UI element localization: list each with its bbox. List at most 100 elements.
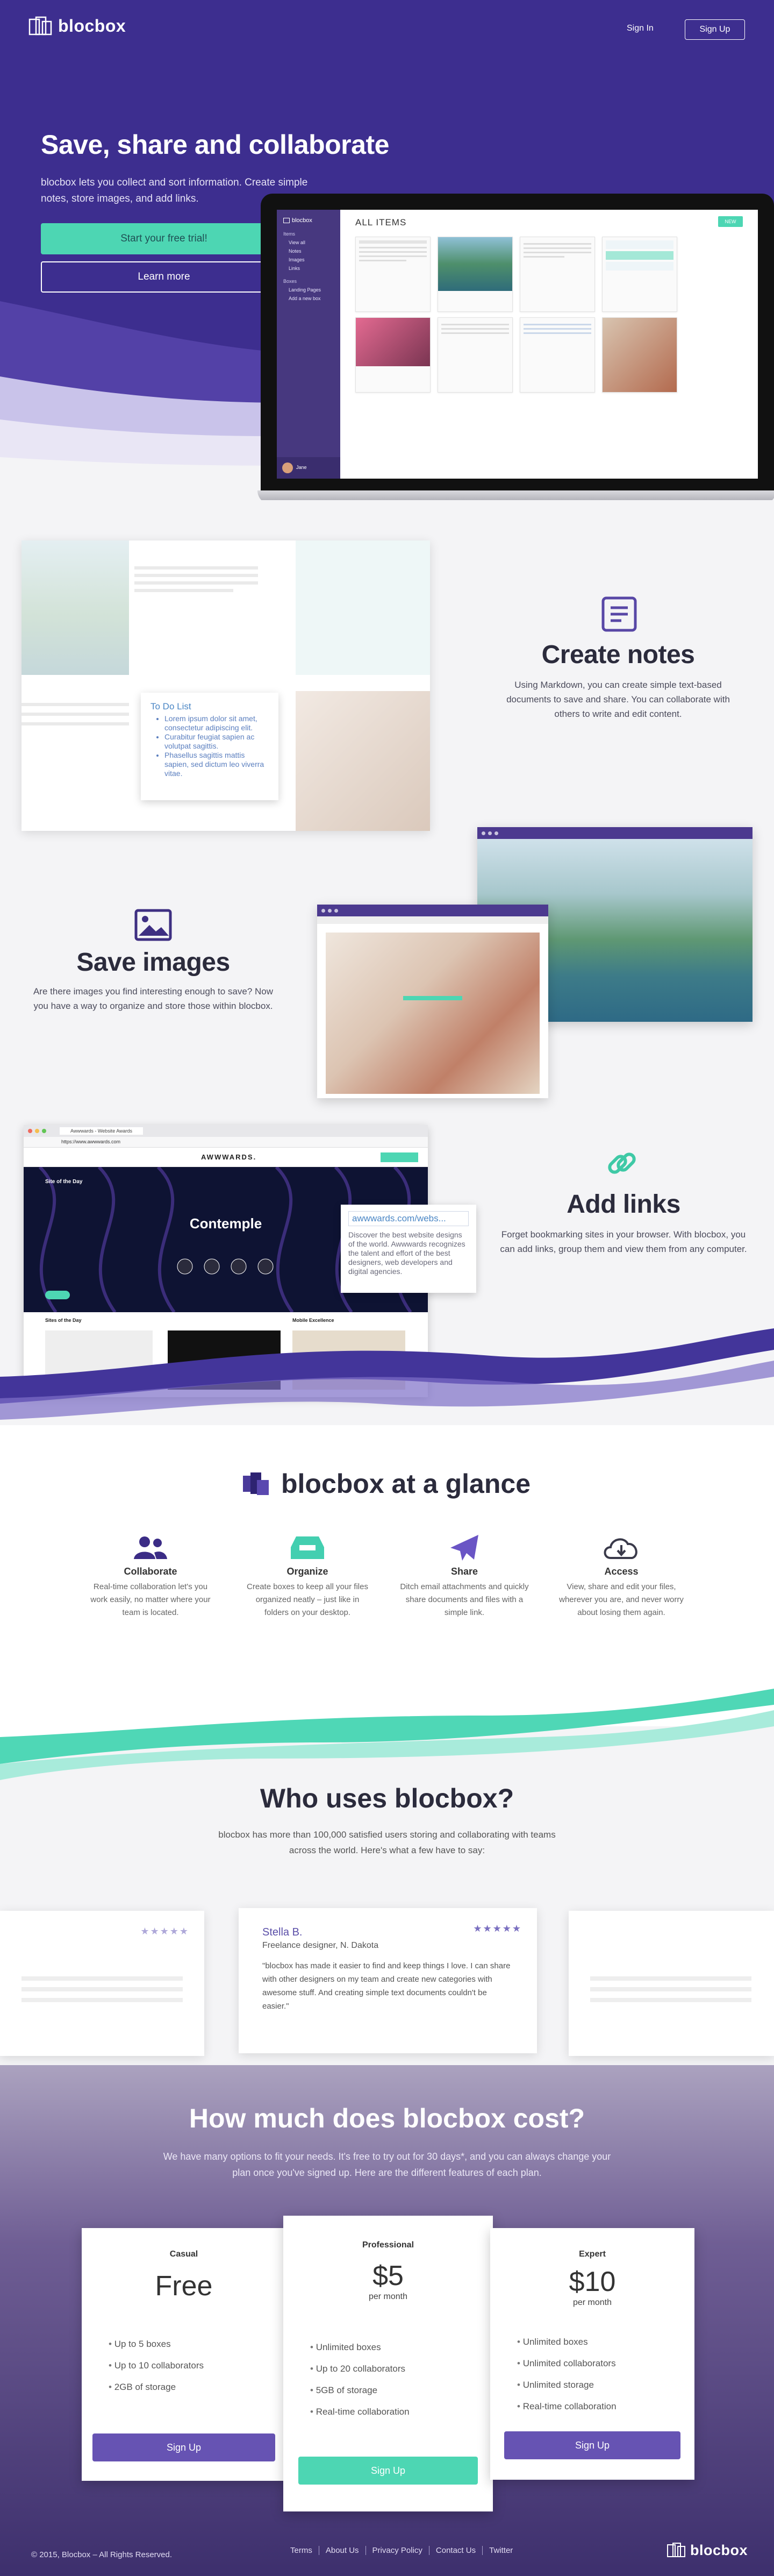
who-text: blocbox has more than 100,000 satisfied … <box>218 1830 556 1855</box>
logo-text: blocbox <box>58 16 126 35</box>
paper-plane-icon <box>450 1535 478 1561</box>
sidebar-item-view-all[interactable]: View all <box>277 240 340 245</box>
app-new-button[interactable]: NEW <box>718 216 743 227</box>
glance-item-name: Share <box>450 1566 478 1577</box>
todo-list-card: To Do List Lorem ipsum dolor sit amet, c… <box>141 693 278 800</box>
plan-features: Unlimited boxes Unlimited collaborators … <box>517 2331 617 2417</box>
window-bar <box>317 905 548 916</box>
sidebar-item-notes[interactable]: Notes <box>277 248 340 254</box>
footer-link-terms[interactable]: Terms <box>284 2546 319 2555</box>
image-screenshot-portrait <box>317 905 548 1098</box>
notes-title: Create notes <box>541 641 695 669</box>
link-icon <box>608 1152 636 1174</box>
browser-site-logo: AWWWARDS. <box>201 1153 257 1161</box>
image-card[interactable] <box>602 317 677 393</box>
hero-title: Save, share and collaborate <box>41 130 389 160</box>
footer-logo[interactable]: blocbox <box>666 2542 748 2559</box>
browser-tab: Awwwards - Website Awards <box>60 1127 144 1135</box>
browser-url: https://www.awwwards.com <box>24 1137 428 1148</box>
note-card[interactable] <box>520 237 595 312</box>
blocbox-logo-icon <box>667 2543 685 2557</box>
testimonial-card-right <box>569 1911 774 2056</box>
todo-item: Phasellus sagittis mattis sapien, sed di… <box>164 751 269 778</box>
sidebar-item-add-box[interactable]: Add a new box <box>277 296 340 301</box>
app-logo-icon <box>283 218 290 223</box>
plan-feature: Unlimited storage <box>517 2374 617 2396</box>
glance-wave <box>0 1656 774 1780</box>
notes-icon <box>601 596 637 632</box>
app-preview: blocbox Items View all Notes Images Link… <box>277 210 758 479</box>
footer-link-contact[interactable]: Contact Us <box>428 2546 482 2555</box>
footer-logo-text: blocbox <box>690 2542 748 2558</box>
pricing-text: We have many options to fit your needs. … <box>163 2151 611 2178</box>
glance-item-collaborate: Collaborate Real-time collaboration let'… <box>86 1533 215 1619</box>
glance-item-text: Create boxes to keep all your files orga… <box>247 1582 368 1617</box>
glance-item-access: Access View, share and edit your files, … <box>557 1533 686 1619</box>
links-title: Add links <box>567 1190 680 1219</box>
link-description: Discover the best website designs of the… <box>348 1230 465 1276</box>
plan-feature: Up to 10 collaborators <box>109 2355 204 2376</box>
landing-page: blocbox Sign In Sign Up Save, share and … <box>0 0 774 2576</box>
sidebar-item-landing-pages[interactable]: Landing Pages <box>277 287 340 293</box>
signup-casual-button[interactable]: Sign Up <box>92 2433 275 2461</box>
links-wave <box>0 1328 774 1420</box>
plan-feature: Unlimited boxes <box>517 2331 617 2353</box>
footer-link-about[interactable]: About Us <box>318 2546 366 2555</box>
laptop-base <box>257 490 774 500</box>
glance-item-name: Access <box>604 1566 639 1577</box>
glance-item-share: Share Ditch email attachments and quickl… <box>400 1533 529 1619</box>
link-card[interactable] <box>438 317 513 393</box>
links-text: Forget bookmarking sites in your browser… <box>500 1229 747 1254</box>
todo-card[interactable] <box>602 237 677 312</box>
rating-stars: ★★★★★ <box>140 1926 189 1937</box>
plan-name: Expert <box>579 2250 606 2259</box>
glance-item-name: Collaborate <box>124 1566 177 1577</box>
plan-feature: Up to 20 collaborators <box>310 2358 410 2380</box>
learn-more-button[interactable]: Learn more <box>41 261 287 293</box>
signin-link[interactable]: Sign In <box>627 24 654 33</box>
plan-feature: Unlimited collaborators <box>517 2353 617 2374</box>
user-name: Jane <box>296 465 307 470</box>
glance-item-text: Real-time collaboration let's you work e… <box>90 1582 211 1617</box>
signup-button[interactable]: Sign Up <box>685 19 745 40</box>
todo-item: Lorem ipsum dolor sit amet, consectetur … <box>164 714 269 732</box>
testimonial-card: ★★★★★ Stella B. Freelance designer, N. D… <box>239 1908 537 2053</box>
app-main: ALL ITEMS NEW <box>340 210 758 479</box>
sidebar-item-images[interactable]: Images <box>277 257 340 262</box>
sidebar-item-links[interactable]: Links <box>277 266 340 271</box>
app-sidebar: blocbox Items View all Notes Images Link… <box>277 210 340 479</box>
glance-item-text: View, share and edit your files, whereve… <box>559 1582 684 1617</box>
glance-title: blocbox at a glance <box>281 1469 531 1499</box>
testimonial-quote: "blocbox has made it easier to find and … <box>262 1961 511 2011</box>
laptop-mockup: blocbox Items View all Notes Images Link… <box>257 194 774 500</box>
sidebar-user[interactable]: Jane <box>277 457 340 479</box>
plan-price: $5 <box>372 2260 404 2292</box>
logo[interactable]: blocbox <box>28 15 126 37</box>
image-card[interactable] <box>438 237 513 312</box>
plan-expert: Expert $10 per month Unlimited boxes Unl… <box>490 2228 694 2480</box>
glance-item-text: Ditch email attachments and quickly shar… <box>400 1582 529 1617</box>
plan-feature: Real-time collaboration <box>310 2401 410 2423</box>
footer-link-privacy[interactable]: Privacy Policy <box>365 2546 429 2555</box>
testimonial-card-left: ★★★★★ <box>0 1911 204 2056</box>
footer-copyright: © 2015, Blocbox – All Rights Reserved. <box>31 2550 173 2559</box>
todo-card[interactable] <box>520 317 595 393</box>
signup-expert-button[interactable]: Sign Up <box>504 2431 680 2459</box>
inbox-icon <box>291 1536 324 1559</box>
start-trial-button[interactable]: Start your free trial! <box>41 223 287 254</box>
plan-professional: Professional $5 per month Unlimited boxe… <box>283 2216 493 2511</box>
who-title: Who uses blocbox? <box>260 1783 514 1813</box>
app-logo: blocbox <box>277 217 340 224</box>
plan-period: per month <box>572 2298 612 2307</box>
plan-price: Free <box>155 2271 213 2302</box>
plan-feature: Unlimited boxes <box>310 2337 410 2358</box>
signup-professional-button[interactable]: Sign Up <box>298 2457 478 2485</box>
plan-features: Unlimited boxes Up to 20 collaborators 5… <box>310 2337 410 2423</box>
image-card[interactable] <box>355 317 431 393</box>
plan-price: $10 <box>569 2266 616 2297</box>
plan-feature: Real-time collaboration <box>517 2396 617 2417</box>
note-card[interactable] <box>355 237 431 312</box>
footer-link-twitter[interactable]: Twitter <box>482 2546 519 2555</box>
plan-casual: Casual Free Up to 5 boxes Up to 10 colla… <box>82 2228 286 2481</box>
link-url[interactable]: awwwards.com/webs... <box>348 1211 469 1226</box>
